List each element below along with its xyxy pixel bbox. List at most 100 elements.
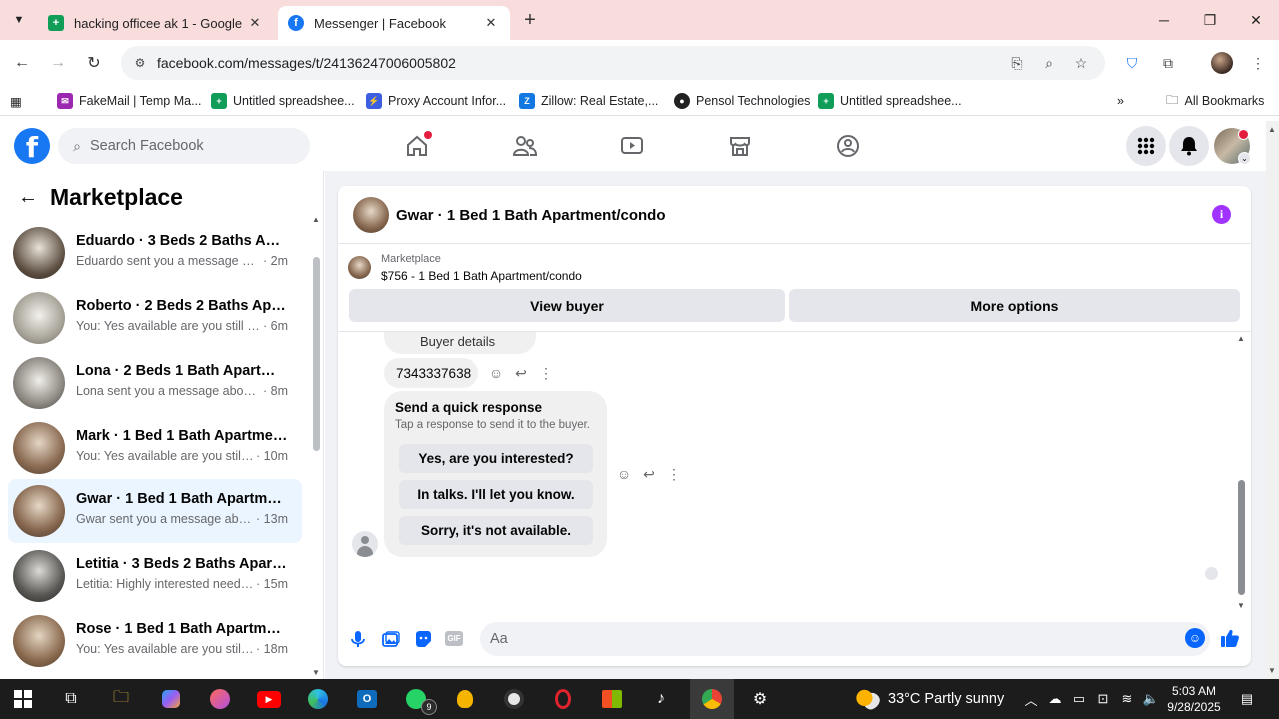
conversation-item[interactable]: Eduardo · 3 Beds 2 Baths Apart... Eduard… [8,221,302,285]
conversation-item[interactable]: Roberto · 2 Beds 2 Baths Apart... You: Y… [8,286,302,350]
conversation-item[interactable]: Mark · 1 Bed 1 Bath Apartment/... You: Y… [8,416,302,480]
back-icon[interactable]: ← [10,51,34,75]
listing-title[interactable]: $756 - 1 Bed 1 Bath Apartment/condo [381,269,582,283]
minimize-icon[interactable]: ─ [1141,0,1187,40]
onedrive-icon[interactable]: ☁ [1046,688,1064,710]
close-window-icon[interactable]: ✕ [1233,0,1279,40]
emoji-icon[interactable]: ☺ [1185,628,1205,648]
scrollbar-thumb[interactable] [313,257,320,451]
menu-grid-icon[interactable] [1126,126,1166,166]
scroll-up-icon[interactable]: ▲ [312,215,320,224]
tray-chevron-up-icon[interactable]: ︿ [1022,688,1040,710]
install-app-icon[interactable]: ⎘ [1007,54,1027,72]
sidebar-scrollbar[interactable]: ▲ ▼ [311,215,321,677]
wifi-icon[interactable]: ≋ [1118,688,1136,710]
messages-scrollbar[interactable]: ▲ ▼ [1236,332,1248,610]
view-buyer-button[interactable]: View buyer [349,289,785,322]
task-view-icon[interactable]: ⧉ [58,687,84,711]
close-tab-icon[interactable]: ✕ [246,15,264,31]
app-icon[interactable] [207,687,233,711]
facebook-logo[interactable]: f [14,128,50,164]
quick-reply-button[interactable]: Sorry, it's not available. [399,516,593,545]
friends-icon[interactable] [511,132,539,160]
file-explorer-icon[interactable]: 🗀 [108,687,134,711]
more-icon[interactable]: ⋮ [537,364,555,382]
bookmark-spreadsheet[interactable]: + Untitled spreadshee... [211,92,355,110]
scroll-up-icon[interactable]: ▲ [1237,334,1245,343]
apps-grid-icon[interactable]: ▦ [10,92,22,110]
chrome-icon[interactable] [699,687,725,711]
battery-icon[interactable]: ▭ [1070,688,1088,710]
app-icon-2[interactable] [501,687,527,711]
site-info-icon[interactable]: ⚙ [131,54,149,72]
page-scrollbar[interactable]: ▲ ▼ [1266,121,1279,679]
bookmark-spreadsheet-2[interactable]: + Untitled spreadshee... [818,92,962,110]
chat-title[interactable]: Gwar · 1 Bed 1 Bath Apartment/condo [396,207,665,224]
clock[interactable]: 5:03 AM 9/28/2025 [1166,683,1222,715]
more-bookmarks-icon[interactable]: » [1117,92,1124,110]
gif-icon[interactable]: GIF [445,631,463,646]
scroll-up-icon[interactable]: ▲ [1268,125,1276,134]
quick-reply-button[interactable]: In talks. I'll let you know. [399,480,593,509]
extensions-icon[interactable]: ⧉ [1157,52,1179,74]
volume-icon[interactable]: 🔈 [1142,688,1160,710]
tiktok-icon[interactable]: ♪ [648,687,674,711]
react-emoji-icon[interactable]: ☺ [487,364,505,382]
scrollbar-thumb[interactable] [1238,480,1245,595]
scroll-down-icon[interactable]: ▼ [1268,666,1276,675]
all-bookmarks[interactable]: 🗀 All Bookmarks [1166,92,1264,110]
reply-icon[interactable]: ↩ [512,364,530,382]
edge-icon[interactable] [305,687,331,711]
copilot-icon[interactable] [158,687,184,711]
close-tab-icon[interactable]: ✕ [482,15,500,31]
medal-icon[interactable] [452,687,478,711]
back-arrow-icon[interactable]: ← [14,185,42,209]
more-icon[interactable]: ⋮ [665,465,683,483]
conversation-item[interactable]: Letitia · 3 Beds 2 Baths Apartme... Leti… [8,544,302,608]
bookmark-fakemail[interactable]: ✉ FakeMail | Temp Ma... [57,92,202,110]
photo-icon[interactable] [380,628,402,650]
message-input[interactable] [480,622,1210,656]
windows-start-icon[interactable] [10,687,36,711]
profile-avatar[interactable] [1211,52,1233,74]
zoom-icon[interactable]: ⌕ [1039,54,1059,72]
tab-messenger[interactable]: f Messenger | Facebook ✕ [278,6,510,40]
scroll-down-icon[interactable]: ▼ [1237,601,1245,610]
more-options-button[interactable]: More options [789,289,1240,322]
bookmark-proxy[interactable]: ⚡ Proxy Account Infor... [366,92,506,110]
chrome-menu-icon[interactable]: ⋮ [1247,52,1269,74]
weather-widget[interactable]: 33°C Partly sunny [856,687,1004,711]
vpn-shield-icon[interactable]: ⛉ [1121,52,1143,74]
groups-icon[interactable] [834,132,862,160]
outlook-icon[interactable]: O [354,687,380,711]
store-icon[interactable] [599,687,625,711]
conversation-item-active[interactable]: Gwar · 1 Bed 1 Bath Apartment/... Gwar s… [8,479,302,543]
chat-avatar[interactable] [353,197,389,233]
notifications-bell-icon[interactable] [1169,126,1209,166]
chevron-down-icon[interactable]: ⌄ [1238,152,1251,165]
marketplace-icon[interactable] [726,132,754,160]
address-bar[interactable]: ⚙ facebook.com/messages/t/24136247006005… [121,46,1105,80]
conversation-item[interactable]: Rose · 1 Bed 1 Bath Apartment/c... You: … [8,609,302,673]
conversation-item[interactable]: Lona · 2 Beds 1 Bath Apartment/... Lona … [8,351,302,415]
microphone-icon[interactable] [347,628,369,650]
scroll-down-icon[interactable]: ▼ [312,668,320,677]
search-box[interactable]: ⌕ Search Facebook [58,128,310,164]
sticker-icon[interactable] [412,628,434,650]
bookmark-zillow[interactable]: Z Zillow: Real Estate,... [519,92,658,110]
bookmark-star-icon[interactable]: ☆ [1071,54,1091,72]
reply-icon[interactable]: ↩ [640,465,658,483]
opera-icon[interactable] [550,687,576,711]
tab-search-chevron-icon[interactable]: ▼ [8,9,30,31]
video-icon[interactable] [618,132,646,160]
settings-gear-icon[interactable]: ⚙ [747,687,773,711]
forward-icon[interactable]: → [46,51,70,75]
react-emoji-icon[interactable]: ☺ [615,465,633,483]
reload-icon[interactable]: ↻ [82,51,106,75]
quick-reply-button[interactable]: Yes, are you interested? [399,444,593,473]
network-icon[interactable]: ⊡ [1094,688,1112,710]
info-icon[interactable]: i [1212,205,1231,224]
youtube-icon[interactable]: ▶ [256,687,282,711]
tab-google-sheets[interactable]: + hacking officee ak 1 - Google Sh ✕ [38,6,274,40]
bookmark-pensol[interactable]: ● Pensol Technologies [674,92,810,110]
